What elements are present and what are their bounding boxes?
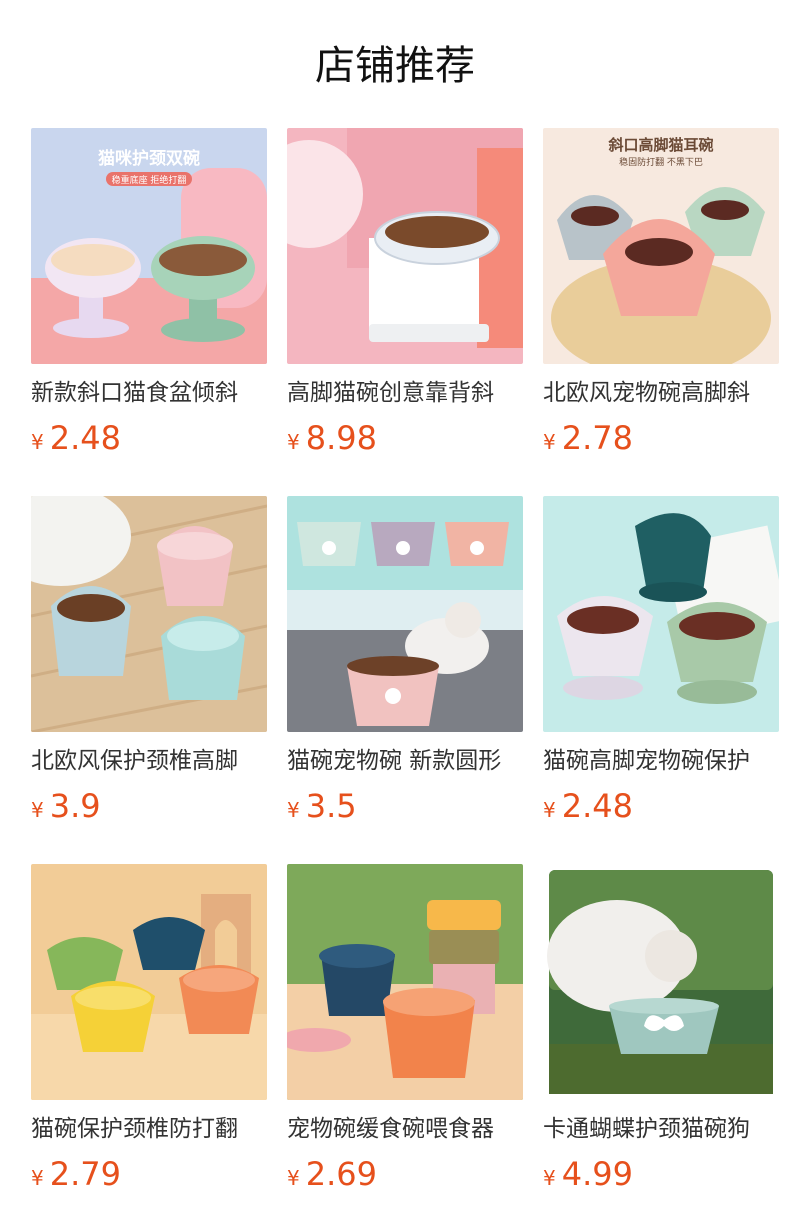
product-name[interactable]: 高脚猫碗创意靠背斜	[287, 376, 523, 410]
section-title: 店铺推荐	[315, 43, 475, 89]
product-image[interactable]	[287, 496, 523, 732]
price-value: 8.98	[305, 419, 377, 457]
product-image[interactable]	[543, 496, 779, 732]
product-price: ¥4.99	[543, 1154, 779, 1194]
product-image[interactable]	[31, 496, 267, 732]
product-name[interactable]: 猫碗高脚宠物碗保护	[543, 744, 779, 778]
price-value: 3.9	[49, 787, 101, 825]
price-value: 2.79	[49, 1155, 121, 1193]
product-name[interactable]: 北欧风保护颈椎高脚	[31, 744, 267, 778]
currency-symbol: ¥	[543, 430, 556, 454]
product-price: ¥8.98	[287, 418, 523, 458]
product-card[interactable]: 猫碗宠物碗 新款圆形 ¥3.5	[287, 496, 523, 864]
product-card[interactable]: 猫碗保护颈椎防打翻 ¥2.79	[31, 864, 267, 1232]
price-value: 2.69	[305, 1155, 377, 1193]
product-card[interactable]: 卡通蝴蝶护颈猫碗狗 ¥4.99	[543, 864, 779, 1232]
product-image[interactable]	[543, 864, 779, 1100]
price-value: 4.99	[561, 1155, 633, 1193]
product-price: ¥2.69	[287, 1154, 523, 1194]
product-image[interactable]	[287, 864, 523, 1100]
product-name[interactable]: 宠物碗缓食碗喂食器	[287, 1112, 523, 1146]
product-image[interactable]	[287, 128, 523, 364]
currency-symbol: ¥	[287, 430, 300, 454]
banner-subtitle: 稳固防打翻 不黑下巴	[619, 156, 703, 168]
product-price: ¥2.48	[543, 786, 779, 826]
banner-subtitle: 稳重底座 拒绝打翻	[112, 174, 187, 186]
currency-symbol: ¥	[31, 1166, 44, 1190]
currency-symbol: ¥	[543, 798, 556, 822]
product-image[interactable]: 猫咪护颈双碗 稳重底座 拒绝打翻	[31, 128, 267, 364]
product-card[interactable]: 斜口高脚猫耳碗 稳固防打翻 不黑下巴 北欧风宠物碗高脚斜 ¥2.78	[543, 128, 779, 496]
product-price: ¥2.79	[31, 1154, 267, 1194]
product-grid: 猫咪护颈双碗 稳重底座 拒绝打翻 新款斜口猫食盆倾斜 ¥2.48 高脚猫碗创意靠…	[31, 128, 779, 1232]
price-value: 3.5	[305, 787, 357, 825]
currency-symbol: ¥	[31, 430, 44, 454]
product-name[interactable]: 卡通蝴蝶护颈猫碗狗	[543, 1112, 779, 1146]
banner-title: 猫咪护颈双碗	[98, 148, 200, 169]
product-image[interactable]	[31, 864, 267, 1100]
product-name[interactable]: 新款斜口猫食盆倾斜	[31, 376, 267, 410]
product-card[interactable]: 北欧风保护颈椎高脚 ¥3.9	[31, 496, 267, 864]
product-name[interactable]: 北欧风宠物碗高脚斜	[543, 376, 779, 410]
price-value: 2.78	[561, 419, 633, 457]
product-price: ¥3.9	[31, 786, 267, 826]
product-card[interactable]: 猫咪护颈双碗 稳重底座 拒绝打翻 新款斜口猫食盆倾斜 ¥2.48	[31, 128, 267, 496]
product-card[interactable]: 高脚猫碗创意靠背斜 ¥8.98	[287, 128, 523, 496]
product-card[interactable]: 猫碗高脚宠物碗保护 ¥2.48	[543, 496, 779, 864]
currency-symbol: ¥	[31, 798, 44, 822]
price-value: 2.48	[561, 787, 633, 825]
banner-title: 斜口高脚猫耳碗	[607, 136, 713, 154]
currency-symbol: ¥	[287, 798, 300, 822]
currency-symbol: ¥	[543, 1166, 556, 1190]
price-value: 2.48	[49, 419, 121, 457]
product-price: ¥3.5	[287, 786, 523, 826]
product-card[interactable]: 宠物碗缓食碗喂食器 ¥2.69	[287, 864, 523, 1232]
product-name[interactable]: 猫碗宠物碗 新款圆形	[287, 744, 523, 778]
product-image[interactable]: 斜口高脚猫耳碗 稳固防打翻 不黑下巴	[543, 128, 779, 364]
product-price: ¥2.48	[31, 418, 267, 458]
currency-symbol: ¥	[287, 1166, 300, 1190]
product-price: ¥2.78	[543, 418, 779, 458]
product-name[interactable]: 猫碗保护颈椎防打翻	[31, 1112, 267, 1146]
